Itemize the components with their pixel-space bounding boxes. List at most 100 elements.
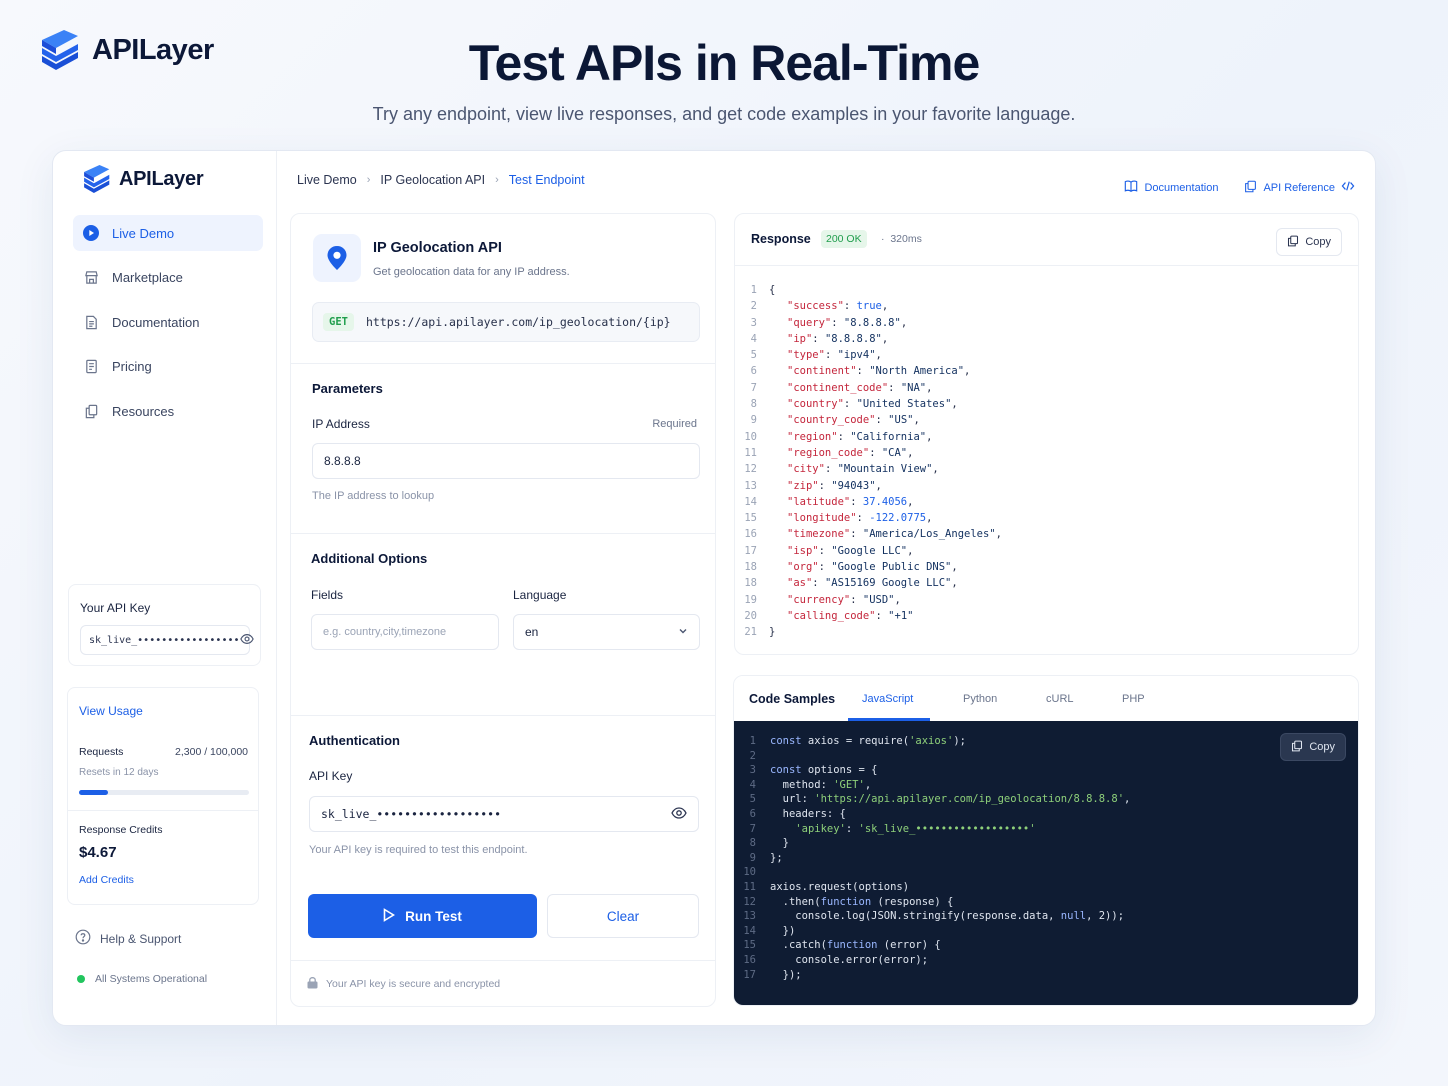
api-key-help: Your API key is required to test this en…: [309, 844, 528, 856]
api-key-label: Your API Key: [80, 601, 151, 615]
help-circle-icon: [75, 929, 91, 948]
sidebar-item-live-demo[interactable]: Live Demo: [73, 215, 263, 251]
response-header: Response 200 OK · 320ms Copy: [735, 214, 1358, 266]
code-line: 8 }: [734, 836, 1130, 851]
sidebar-item-documentation[interactable]: Documentation: [73, 304, 263, 340]
sidebar-logo[interactable]: APILayer: [81, 165, 204, 193]
json-line: 17 "isp": "Google LLC",: [735, 543, 1002, 559]
json-line: 21}: [735, 624, 1002, 640]
code-line: 6 headers: {: [734, 807, 1130, 822]
line-number: 17: [744, 544, 757, 557]
code-line: 14 }): [734, 924, 1130, 939]
line-number: 16: [744, 528, 757, 541]
json-line: 5 "type": "ipv4",: [735, 347, 1002, 363]
breadcrumb-item[interactable]: IP Geolocation API: [380, 173, 485, 187]
run-test-button[interactable]: Run Test: [308, 894, 537, 938]
usage-progress-fill: [79, 790, 108, 795]
request-form-panel: IP Geolocation API Get geolocation data …: [290, 213, 716, 1007]
status-badge: 200 OK: [821, 230, 867, 248]
api-key-card: Your API Key sk_live_•••••••••••••••••: [68, 584, 261, 666]
copy-label: Copy: [1305, 236, 1331, 248]
line-number: 15: [743, 939, 756, 952]
line-number: 3: [749, 764, 756, 777]
response-credits-label: Response Credits: [79, 824, 163, 836]
api-key-input[interactable]: sk_live_••••••••••••••••••: [309, 796, 699, 832]
eye-icon[interactable]: [671, 805, 687, 824]
breadcrumb-current: Test Endpoint: [508, 173, 585, 187]
code-line: 2: [734, 749, 1130, 764]
app-window: APILayer Live Demo Marketplace Documenta…: [52, 150, 1376, 1026]
breadcrumb-item[interactable]: Live Demo: [297, 173, 357, 187]
help-support-link[interactable]: Help & Support: [75, 929, 181, 948]
json-content: "query": "8.8.8.8",: [787, 316, 908, 329]
language-select[interactable]: en: [513, 614, 700, 650]
requests-label: Requests: [79, 746, 124, 758]
json-content: "zip": "94043",: [787, 479, 882, 492]
documentation-link[interactable]: Documentation: [1124, 179, 1218, 196]
hero-title: Test APIs in Real-Time: [468, 35, 981, 91]
copy-code-button[interactable]: Copy: [1280, 733, 1346, 761]
sidebar-item-pricing[interactable]: Pricing: [73, 349, 263, 385]
breadcrumb: Live Demo › IP Geolocation API › Test En…: [297, 173, 585, 187]
sidebar-item-marketplace[interactable]: Marketplace: [73, 260, 263, 296]
copy-label: Copy: [1309, 741, 1335, 753]
response-time: · 320ms: [881, 233, 922, 245]
divider: [68, 810, 258, 811]
json-line: 3 "query": "8.8.8.8",: [735, 315, 1002, 331]
line-number: 13: [744, 479, 757, 492]
lock-icon: [307, 976, 318, 992]
code-line: 1 const axios = require('axios');: [734, 734, 1130, 749]
code-content: method: 'GET',: [770, 778, 872, 791]
line-number: 17: [743, 968, 756, 981]
line-number: 7: [749, 822, 756, 835]
sidebar-brand-name: APILayer: [119, 167, 204, 190]
play-circle-icon: [82, 224, 100, 242]
code-line: 9};: [734, 851, 1130, 866]
json-content: "region_code": "CA",: [787, 446, 914, 459]
api-key-field[interactable]: sk_live_•••••••••••••••••: [80, 625, 254, 655]
json-line: 10 "region": "California",: [735, 429, 1002, 445]
code-content: const options = {: [770, 764, 878, 777]
tab-python[interactable]: Python: [963, 693, 997, 705]
clear-button[interactable]: Clear: [547, 894, 699, 938]
line-number: 2: [750, 300, 757, 313]
add-credits-link[interactable]: Add Credits: [79, 874, 134, 886]
code-line: 4 method: 'GET',: [734, 778, 1130, 793]
json-line: 9 "country_code": "US",: [735, 412, 1002, 428]
json-line: 18 "as": "AS15169 Google LLC",: [735, 575, 1002, 591]
tab-curl[interactable]: cURL: [1046, 693, 1074, 705]
sidebar-item-resources[interactable]: Resources: [73, 393, 263, 429]
line-number: 19: [744, 593, 757, 606]
view-usage-link[interactable]: View Usage: [79, 704, 143, 718]
apilayer-logo-icon: [84, 165, 110, 193]
api-key-input-value: sk_live_••••••••••••••••••: [321, 807, 502, 821]
parameters-heading: Parameters: [312, 381, 383, 396]
json-content: "isp": "Google LLC",: [787, 544, 914, 557]
json-line: 6 "continent": "North America",: [735, 363, 1002, 379]
code-content: console.error(error);: [770, 953, 929, 966]
line-number: 6: [749, 807, 756, 820]
copy-stack-icon: [82, 402, 100, 420]
divider: [291, 363, 715, 364]
json-line: 4 "ip": "8.8.8.8",: [735, 331, 1002, 347]
code-content: }: [770, 837, 789, 850]
ip-address-input[interactable]: 8.8.8.8: [312, 443, 700, 479]
json-content: "type": "ipv4",: [787, 349, 882, 362]
eye-icon[interactable]: [239, 632, 254, 649]
response-json: 1{2 "success": true, 3 "query": "8.8.8.8", 4…: [735, 282, 1002, 641]
endpoint-url-box[interactable]: GET https://api.apilayer.com/ip_geolocat…: [312, 302, 700, 342]
code-line: 7 'apikey': 'sk_live_••••••••••••••••••': [734, 822, 1130, 837]
usage-progress-bar: [79, 790, 249, 795]
line-number: 18: [744, 577, 757, 590]
copy-response-button[interactable]: Copy: [1276, 228, 1342, 256]
json-content: "region": "California",: [787, 430, 933, 443]
tab-php[interactable]: PHP: [1122, 693, 1145, 705]
json-line: 12 "city": "Mountain View",: [735, 461, 1002, 477]
tab-javascript[interactable]: JavaScript: [862, 693, 913, 705]
json-content: "country_code": "US",: [787, 414, 920, 427]
fields-input[interactable]: e.g. country,city,timezone: [311, 614, 499, 650]
json-content: "calling_code": "+1": [787, 609, 914, 622]
line-number: 8: [749, 837, 756, 850]
api-reference-link[interactable]: API Reference: [1244, 180, 1355, 196]
line-number: 12: [744, 463, 757, 476]
